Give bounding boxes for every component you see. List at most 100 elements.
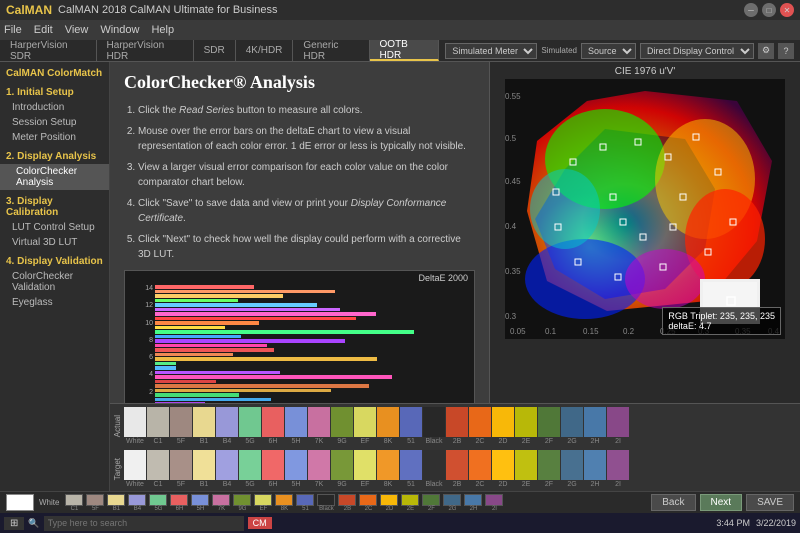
bottom-swatch-2i[interactable]: 2I [484,494,504,512]
swatch-label-2c: 2C [470,438,490,445]
sidebar-section-display-analysis-title: 2. Display Analysis [0,149,109,164]
taskbar-time: 3:44 PM [716,518,750,528]
chart-bars-area [155,285,470,403]
actual-swatches: WhiteC15FB1B45G6H5H7K9GEF8K51Black2B2C2D… [124,407,800,445]
taskbar-app-cm[interactable]: CM [248,517,272,529]
bottom-swatch-black[interactable]: Black [316,494,336,512]
bottom-swatch-2g[interactable]: 2G [442,494,462,512]
bottom-swatch-strip: C15FB1B45G6H5H7K9GEF8K51Black2B2C2D2E2F2… [64,494,504,512]
sidebar: CalMAN ColorMatch 1. Initial Setup Intro… [0,62,110,491]
bottom-swatch-2e[interactable]: 2E [400,494,420,512]
bottom-swatch-9g[interactable]: 9G [232,494,252,512]
menu-help[interactable]: Help [151,24,174,36]
app-title: CalMAN 2018 CalMAN Ultimate for Business [58,4,744,16]
sidebar-item-introduction[interactable]: Introduction [0,100,109,115]
instruction-5: Click "Next" to check how well the displ… [138,232,475,262]
source-select[interactable]: Source [581,43,636,59]
sidebar-item-session-setup[interactable]: Session Setup [0,115,109,130]
swatch-label-5f: 5F [171,438,191,445]
menubar: File Edit View Window Help [0,20,800,40]
bottom-swatch-2f[interactable]: 2F [421,494,441,512]
target-swatch-8k [377,450,399,480]
back-button[interactable]: Back [651,494,695,511]
sidebar-item-eyeglass[interactable]: Eyeglass [0,295,109,310]
svg-text:0.5: 0.5 [505,134,517,143]
bottom-swatch-ef[interactable]: EF [253,494,273,512]
target-swatch-6h [262,450,284,480]
target-swatches: WhiteC15FB1B45G6H5H7K9GEF8K51Black2B2C2D… [124,450,800,488]
content-area: ColorChecker® Analysis Click the Read Se… [110,62,800,491]
svg-text:0.4: 0.4 [505,222,517,231]
bottom-swatch-8k[interactable]: 8K [274,494,294,512]
menu-view[interactable]: View [65,24,89,36]
titlebar: CalMAN CalMAN 2018 CalMAN Ultimate for B… [0,0,800,20]
target-swatch-2b [446,450,468,480]
bottom-swatch-label: White [39,498,59,507]
sidebar-item-colorchecker-validation[interactable]: ColorChecker Validation [0,269,109,295]
bottom-current-swatch [6,494,34,511]
svg-text:0.05: 0.05 [510,327,526,336]
instruction-4: Click "Save" to save data and view or pr… [138,196,475,226]
bottom-swatch-5h[interactable]: 5H [190,494,210,512]
settings-button[interactable]: ⚙ [758,43,774,59]
bottom-swatch-b4[interactable]: B4 [127,494,147,512]
actual-swatch-51 [400,407,422,437]
start-button[interactable]: ⊞ [4,517,24,530]
actual-swatch-white [124,407,146,437]
swatch-label-target-2f: 2F [539,481,559,488]
swatches-actual-row: Actual WhiteC15FB1B45G6H5H7K9GEF8K51Blac… [110,404,800,448]
target-swatch-9g [331,450,353,480]
maximize-button[interactable]: □ [762,3,776,17]
bottom-swatch-51[interactable]: 51 [295,494,315,512]
save-button[interactable]: SAVE [746,494,794,511]
bottom-swatch-b1[interactable]: B1 [106,494,126,512]
menu-window[interactable]: Window [100,24,139,36]
swatch-label-2e: 2E [516,438,536,445]
help-button[interactable]: ? [778,43,794,59]
swatch-label-black: Black [424,438,444,445]
menu-file[interactable]: File [4,24,22,36]
minimize-button[interactable]: ─ [744,3,758,17]
target-swatch-51 [400,450,422,480]
display-select[interactable]: Direct Display Control [640,43,754,59]
bottom-swatch-7k[interactable]: 7K [211,494,231,512]
bottom-swatch-6h[interactable]: 6H [169,494,189,512]
cie-chart: 0.05 0.1 0.15 0.2 0.25 0.3 0.35 0.4 0.3 … [505,79,785,339]
taskbar-search-input[interactable] [44,516,244,531]
bottom-swatch-5f[interactable]: 5F [85,494,105,512]
swatch-label-target-2i: 2I [608,481,628,488]
tab-generic-hdr[interactable]: Generic HDR [293,40,369,61]
tabbar-controls: Simulated Meter Simulated Source Direct … [439,40,800,61]
tab-4k-hdr[interactable]: 4K/HDR [236,40,294,61]
sidebar-section-colormatch-title: CalMAN ColorMatch [0,66,109,81]
svg-text:0.2: 0.2 [623,327,635,336]
menu-edit[interactable]: Edit [34,24,53,36]
sidebar-item-lut-control[interactable]: LUT Control Setup [0,220,109,235]
bottom-swatch-2b[interactable]: 2B [337,494,357,512]
swatch-label-2g: 2G [562,438,582,445]
target-swatch-ef [354,450,376,480]
page-title: ColorChecker® Analysis [124,72,475,93]
meter-select[interactable]: Simulated Meter [445,43,537,59]
content-inner: ColorChecker® Analysis Click the Read Se… [110,62,800,403]
bottom-swatch-2h[interactable]: 2H [463,494,483,512]
bottom-swatch-2d[interactable]: 2D [379,494,399,512]
sidebar-item-meter-position[interactable]: Meter Position [0,130,109,145]
bottom-swatch-5g[interactable]: 5G [148,494,168,512]
close-button[interactable]: ✕ [780,3,794,17]
sidebar-item-virtual-3d-lut[interactable]: Virtual 3D LUT [0,235,109,250]
instruction-2: Mouse over the error bars on the deltaE … [138,124,475,154]
target-swatch-2f [538,450,560,480]
bottom-swatch-c1[interactable]: C1 [64,494,84,512]
bottom-swatch-2c[interactable]: 2C [358,494,378,512]
tab-sdr[interactable]: SDR [194,40,236,61]
tab-ootb-hdr[interactable]: OOTB HDR [370,40,440,61]
actual-swatch-8k [377,407,399,437]
app-logo: CalMAN [6,3,52,17]
sidebar-item-colorchecker-analysis[interactable]: ColorChecker Analysis [0,164,109,190]
tab-harper-hdr[interactable]: HarperVision HDR [97,40,194,61]
tab-harper-sdr[interactable]: HarperVision SDR [0,40,97,61]
swatch-label-2b: 2B [447,438,467,445]
taskbar-date: 3/22/2019 [756,518,796,528]
next-button[interactable]: Next [700,494,743,511]
